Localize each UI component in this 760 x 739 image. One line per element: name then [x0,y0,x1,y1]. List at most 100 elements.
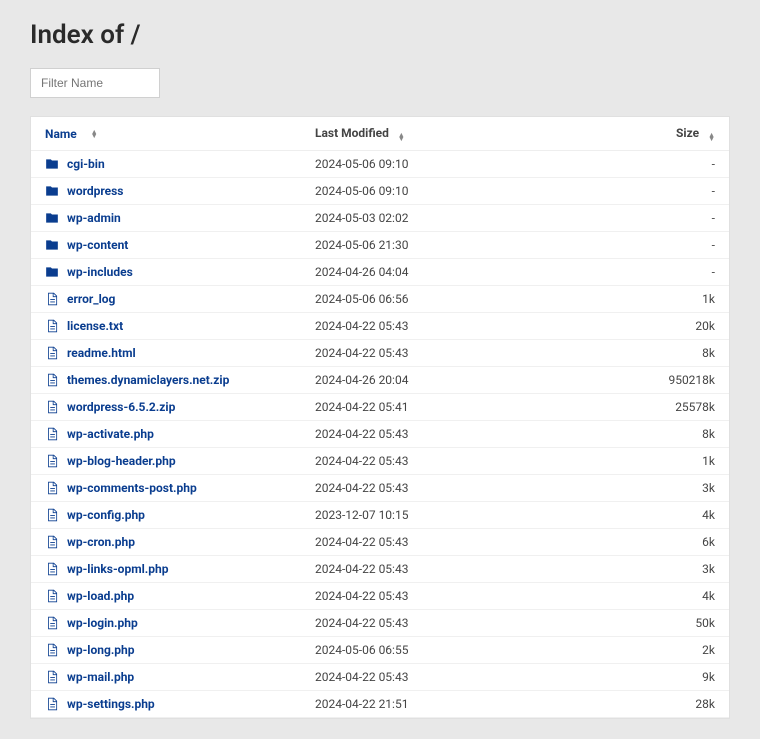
cell-modified: 2024-04-22 05:43 [315,589,575,603]
folder-icon [45,265,59,279]
cell-name: wp-login.php [45,616,315,630]
cell-name: themes.dynamiclayers.net.zip [45,373,315,387]
file-link[interactable]: wordpress-6.5.2.zip [67,400,175,414]
cell-modified: 2024-04-22 05:43 [315,562,575,576]
file-link[interactable]: wp-links-opml.php [67,562,168,576]
cell-name: error_log [45,292,315,306]
table-header: Name ▲▼ Last Modified ▲▼ Size ▲▼ [31,117,729,151]
table-row: wp-admin2024-05-03 02:02- [31,205,729,232]
column-header-size-label: Size [676,126,699,140]
sort-icon: ▲▼ [398,133,405,141]
file-link[interactable]: readme.html [67,346,136,360]
table-row: wp-includes2024-04-26 04:04- [31,259,729,286]
column-header-modified[interactable]: Last Modified ▲▼ [315,126,575,141]
file-icon [45,589,59,603]
cell-size: 4k [575,508,715,522]
cell-size: 8k [575,346,715,360]
cell-name: wp-activate.php [45,427,315,441]
file-icon [45,562,59,576]
cell-name: wp-links-opml.php [45,562,315,576]
table-row: wp-links-opml.php 2024-04-22 05:433k [31,556,729,583]
file-icon [45,346,59,360]
file-icon [45,535,59,549]
cell-modified: 2024-05-06 06:56 [315,292,575,306]
cell-modified: 2024-04-22 05:43 [315,454,575,468]
sort-icon: ▲▼ [91,130,98,138]
cell-modified: 2024-05-06 21:30 [315,238,575,252]
cell-name: wp-content [45,238,315,252]
cell-name: wp-blog-header.php [45,454,315,468]
file-link[interactable]: wp-login.php [67,616,138,630]
table-row: wp-blog-header.php2024-04-22 05:431k [31,448,729,475]
file-icon [45,319,59,333]
table-row: wp-content 2024-05-06 21:30- [31,232,729,259]
table-row: wp-mail.php2024-04-22 05:439k [31,664,729,691]
column-header-name[interactable]: Name ▲▼ [45,127,315,141]
file-link[interactable]: error_log [67,292,115,306]
directory-link[interactable]: wp-admin [67,211,121,225]
file-icon [45,400,59,414]
cell-name: readme.html [45,346,315,360]
cell-size: - [575,238,715,252]
cell-name: license.txt [45,319,315,333]
file-icon [45,292,59,306]
column-header-size[interactable]: Size ▲▼ [575,126,715,141]
cell-name: wp-mail.php [45,670,315,684]
file-link[interactable]: wp-activate.php [67,427,154,441]
cell-modified: 2024-04-22 05:43 [315,481,575,495]
file-icon [45,670,59,684]
cell-size: 8k [575,427,715,441]
file-link[interactable]: wp-comments-post.php [67,481,197,495]
cell-size: - [575,157,715,171]
file-link[interactable]: wp-cron.php [67,535,135,549]
file-icon [45,373,59,387]
cell-modified: 2024-04-22 05:41 [315,400,575,414]
cell-size: 50k [575,616,715,630]
cell-size: 1k [575,292,715,306]
cell-size: 3k [575,562,715,576]
table-row: wp-settings.php2024-04-22 21:5128k [31,691,729,718]
cell-size: 9k [575,670,715,684]
cell-modified: 2024-04-22 05:43 [315,535,575,549]
cell-modified: 2024-04-22 05:43 [315,319,575,333]
column-header-modified-label: Last Modified [315,126,389,140]
cell-size: 2k [575,643,715,657]
page-title: Index of / [30,20,730,50]
file-link[interactable]: wp-long.php [67,643,135,657]
directory-link[interactable]: cgi-bin [67,157,105,171]
cell-name: wordpress [45,184,315,198]
table-row: wp-activate.php2024-04-22 05:438k [31,421,729,448]
table-row: readme.html 2024-04-22 05:438k [31,340,729,367]
file-link[interactable]: wp-config.php [67,508,145,522]
cell-name: wordpress-6.5.2.zip [45,400,315,414]
file-link[interactable]: themes.dynamiclayers.net.zip [67,373,229,387]
file-link[interactable]: license.txt [67,319,123,333]
file-link[interactable]: wp-mail.php [67,670,134,684]
cell-size: - [575,184,715,198]
cell-size: 28k [575,697,715,711]
filter-input[interactable] [30,68,160,98]
cell-modified: 2024-04-22 05:43 [315,616,575,630]
file-icon [45,697,59,711]
folder-icon [45,238,59,252]
folder-icon [45,184,59,198]
column-header-name-label: Name [45,127,77,141]
file-link[interactable]: wp-settings.php [67,697,155,711]
file-icon [45,427,59,441]
cell-name: wp-settings.php [45,697,315,711]
cell-name: wp-load.php [45,589,315,603]
cell-size: 20k [575,319,715,333]
directory-link[interactable]: wordpress [67,184,123,198]
cell-modified: 2024-04-22 05:43 [315,346,575,360]
cell-name: wp-admin [45,211,315,225]
file-icon [45,454,59,468]
cell-name: wp-comments-post.php [45,481,315,495]
directory-link[interactable]: wp-content [67,238,128,252]
table-row: wp-config.php2023-12-07 10:154k [31,502,729,529]
file-link[interactable]: wp-blog-header.php [67,454,176,468]
directory-link[interactable]: wp-includes [67,265,133,279]
table-row: license.txt 2024-04-22 05:4320k [31,313,729,340]
file-link[interactable]: wp-load.php [67,589,134,603]
table-row: themes.dynamiclayers.net.zip2024-04-26 2… [31,367,729,394]
cell-size: - [575,211,715,225]
